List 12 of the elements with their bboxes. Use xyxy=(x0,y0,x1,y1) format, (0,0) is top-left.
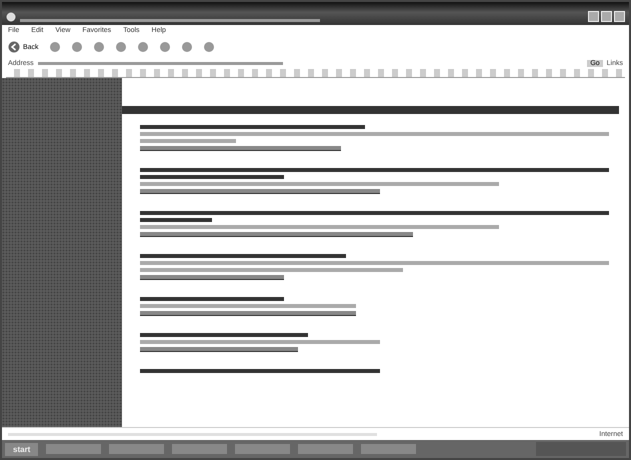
toolbar-icon[interactable] xyxy=(180,41,193,53)
close-button[interactable] xyxy=(614,11,625,22)
toolbar-icon[interactable] xyxy=(92,41,105,53)
minimize-button[interactable] xyxy=(588,11,599,22)
toolbar-icon[interactable] xyxy=(158,41,171,53)
toolbar-icon[interactable] xyxy=(136,41,149,53)
toolbar-icon[interactable] xyxy=(114,41,127,53)
maximize-button[interactable] xyxy=(601,11,612,22)
toolbar-icon[interactable] xyxy=(70,41,83,53)
globe-icon xyxy=(6,12,16,22)
toolbar-icon[interactable] xyxy=(202,41,215,53)
toolbar-icon[interactable] xyxy=(48,41,61,53)
